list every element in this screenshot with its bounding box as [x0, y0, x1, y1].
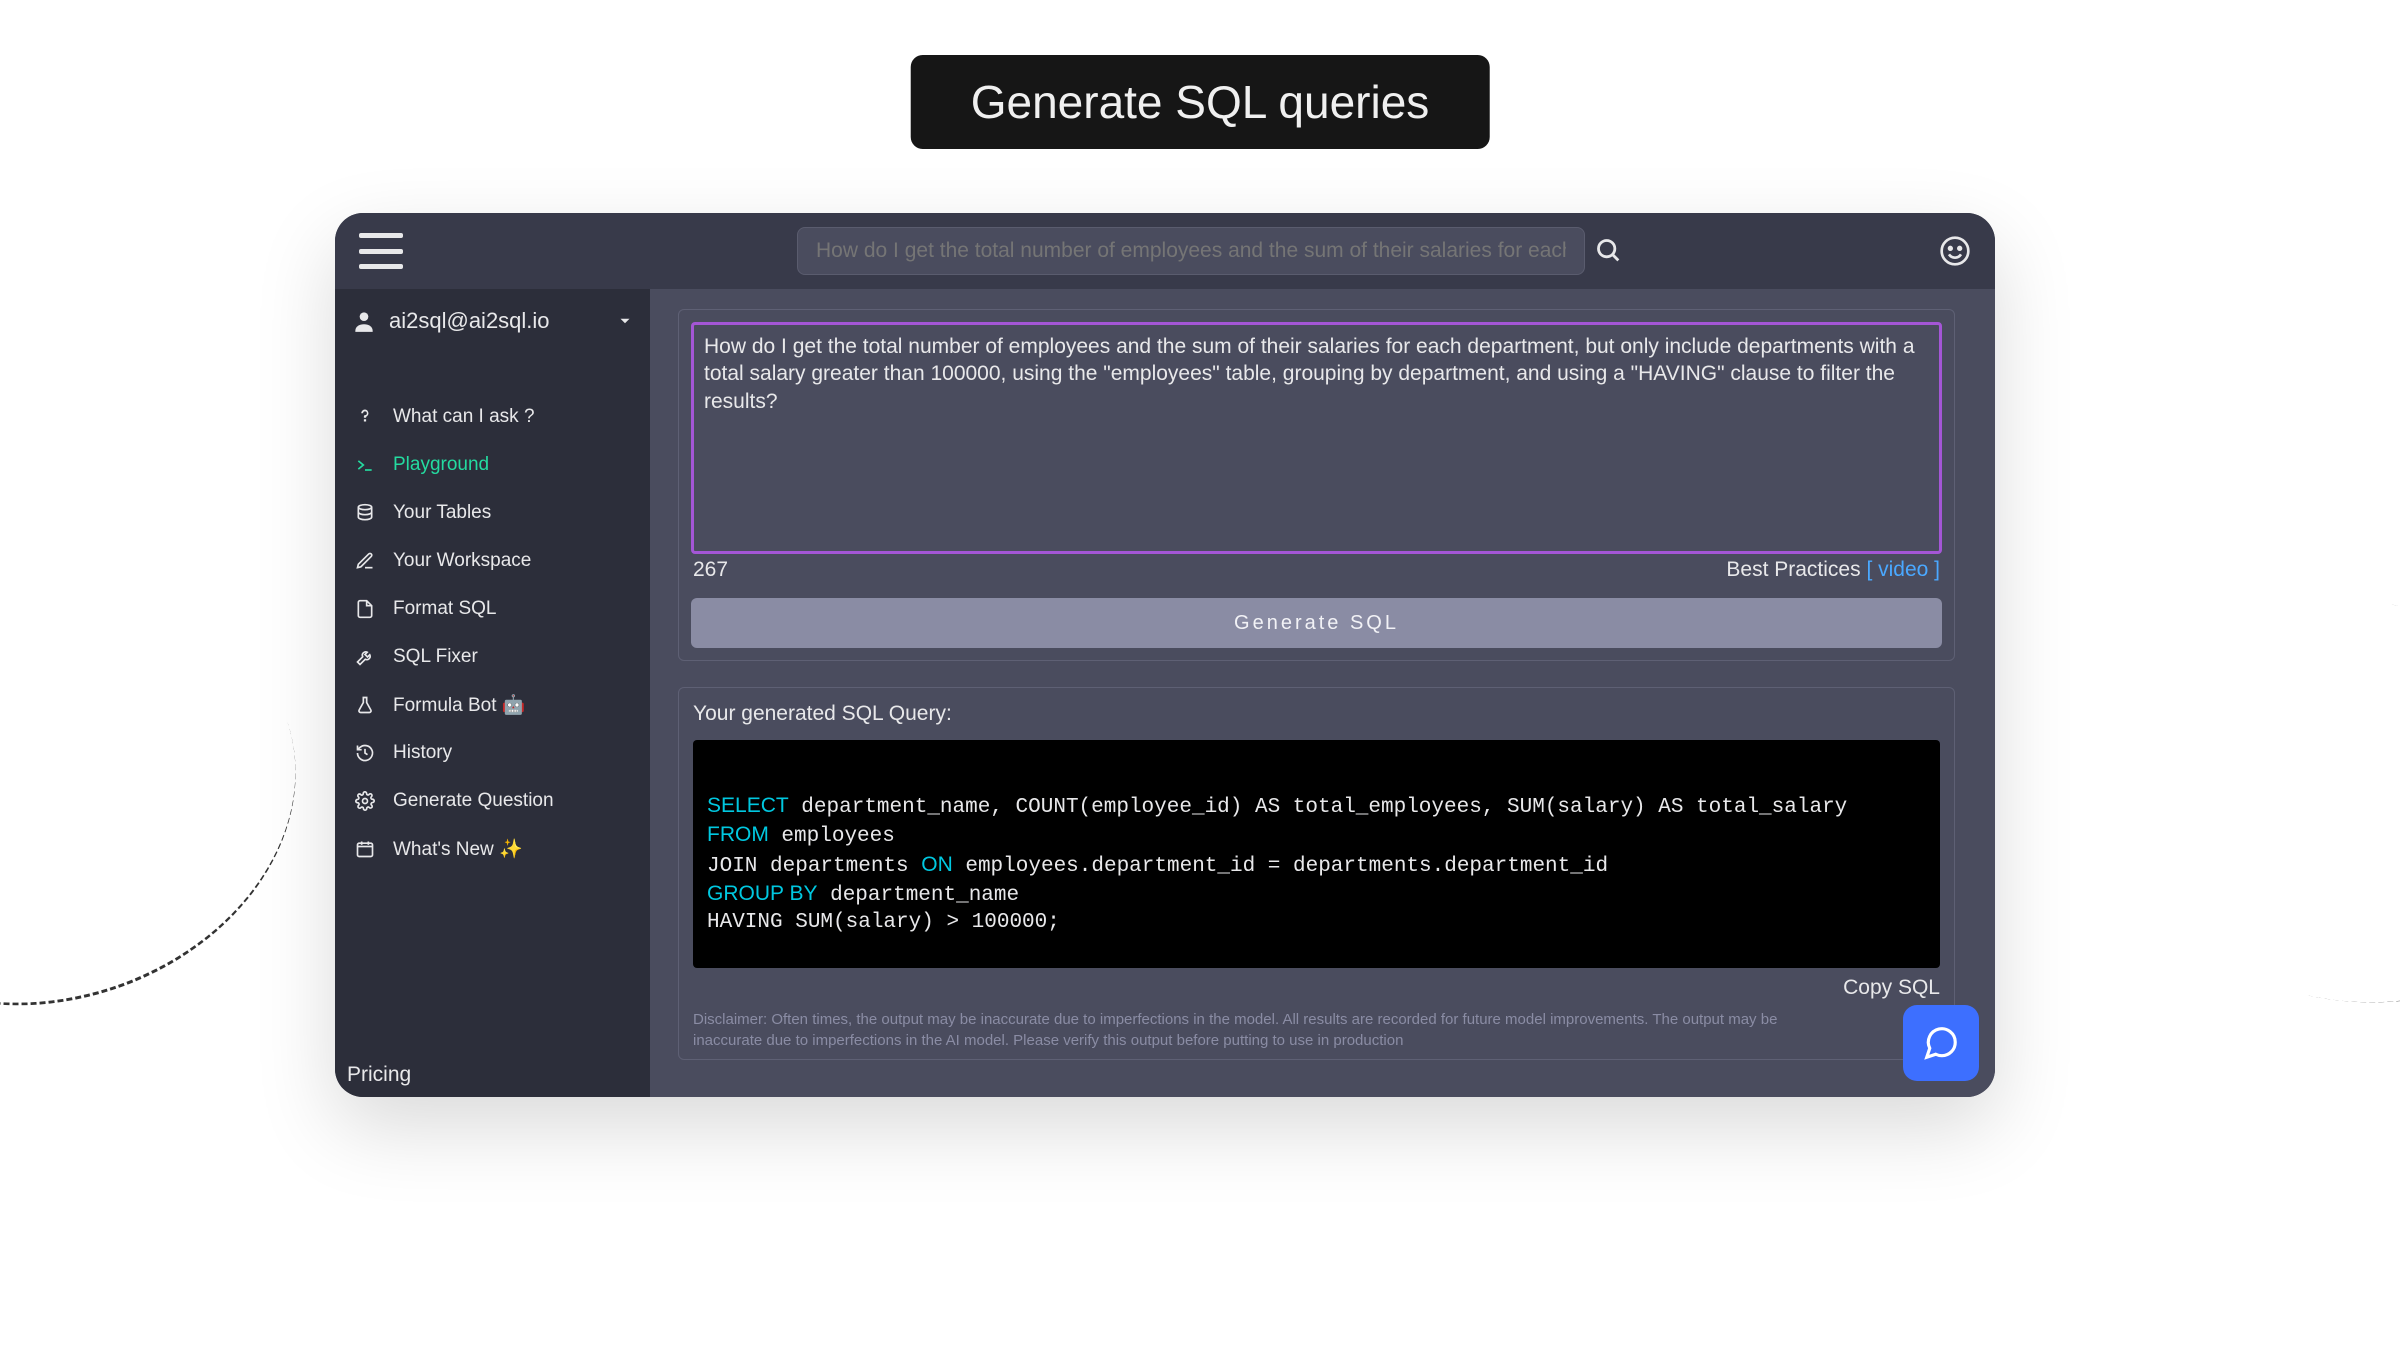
- feedback-button[interactable]: [1939, 235, 1971, 267]
- search-wrap: [797, 227, 1623, 275]
- sidebar-item-flask[interactable]: Formula Bot 🤖: [335, 681, 650, 729]
- account-email: ai2sql@ai2sql.io: [389, 308, 550, 334]
- gears-icon: [353, 789, 377, 813]
- sql-output: SELECT department_name, COUNT(employee_i…: [693, 740, 1940, 968]
- topbar: [335, 213, 1995, 289]
- sidebar-item-edit[interactable]: Your Workspace: [335, 537, 650, 585]
- disclaimer-text: Disclaimer: Often times, the output may …: [693, 1010, 1940, 1051]
- sidebar-item-label: What can I ask ?: [393, 406, 535, 428]
- database-icon: [353, 501, 377, 525]
- terminal-icon: [353, 453, 377, 477]
- sidebar-item-file[interactable]: Format SQL: [335, 585, 650, 633]
- output-card: Your generated SQL Query: SELECT departm…: [678, 687, 1955, 1060]
- nav-list: What can I ask ? Playground Your Tables You…: [335, 353, 650, 873]
- edit-icon: [353, 549, 377, 573]
- search-icon: [1595, 237, 1623, 265]
- sidebar-item-wrench[interactable]: SQL Fixer: [335, 633, 650, 681]
- decorative-wave-left: [0, 533, 350, 1068]
- best-practices-label: Best Practices: [1726, 558, 1860, 581]
- chevron-down-icon: [616, 312, 634, 330]
- search-button[interactable]: [1595, 237, 1623, 265]
- sidebar-item-label: Formula Bot 🤖: [393, 693, 525, 717]
- decorative-wave-right: [2064, 552, 2400, 1047]
- main-content: How do I get the total number of employe…: [650, 289, 1995, 1097]
- prompt-textarea[interactable]: How do I get the total number of employe…: [691, 322, 1942, 554]
- history-icon: [353, 741, 377, 765]
- sidebar-item-history[interactable]: History: [335, 729, 650, 777]
- sidebar-item-label: Your Workspace: [393, 550, 531, 572]
- char-count: 267: [693, 558, 728, 582]
- question-icon: [353, 405, 377, 429]
- video-link[interactable]: [ video ]: [1866, 558, 1940, 581]
- sidebar-item-calendar[interactable]: What's New ✨: [335, 825, 650, 873]
- file-icon: [353, 597, 377, 621]
- wrench-icon: [353, 645, 377, 669]
- smiley-icon: [1939, 235, 1971, 267]
- copy-sql-button[interactable]: Copy SQL: [693, 968, 1940, 1000]
- menu-button[interactable]: [359, 233, 403, 269]
- pricing-link[interactable]: Pricing: [347, 1063, 411, 1087]
- chat-icon: [1922, 1024, 1960, 1062]
- sidebar-item-label: What's New ✨: [393, 837, 523, 861]
- sidebar-item-label: Format SQL: [393, 598, 496, 620]
- sidebar-item-label: History: [393, 742, 452, 764]
- app-window: ai2sql@ai2sql.io What can I ask ? Playgro…: [335, 213, 1995, 1097]
- sidebar: ai2sql@ai2sql.io What can I ask ? Playgro…: [335, 289, 650, 1097]
- user-icon: [351, 308, 377, 334]
- best-practices: Best Practices [ video ]: [1726, 558, 1940, 582]
- sidebar-item-question[interactable]: What can I ask ?: [335, 393, 650, 441]
- generate-sql-button[interactable]: Generate SQL: [691, 598, 1942, 648]
- sidebar-item-label: Your Tables: [393, 502, 491, 524]
- search-input[interactable]: [797, 227, 1585, 275]
- sidebar-item-database[interactable]: Your Tables: [335, 489, 650, 537]
- calendar-icon: [353, 837, 377, 861]
- sidebar-item-gears[interactable]: Generate Question: [335, 777, 650, 825]
- sidebar-item-label: Playground: [393, 454, 489, 476]
- prompt-card: How do I get the total number of employe…: [678, 309, 1955, 661]
- flask-icon: [353, 693, 377, 717]
- sidebar-item-terminal[interactable]: Playground: [335, 441, 650, 489]
- sidebar-item-label: SQL Fixer: [393, 646, 478, 668]
- output-title: Your generated SQL Query:: [693, 702, 1940, 726]
- prompt-under-row: 267 Best Practices [ video ]: [691, 554, 1942, 582]
- account-dropdown[interactable]: ai2sql@ai2sql.io: [335, 289, 650, 353]
- chat-widget-button[interactable]: [1903, 1005, 1979, 1081]
- page-banner: Generate SQL queries: [911, 55, 1490, 149]
- sidebar-item-label: Generate Question: [393, 790, 554, 812]
